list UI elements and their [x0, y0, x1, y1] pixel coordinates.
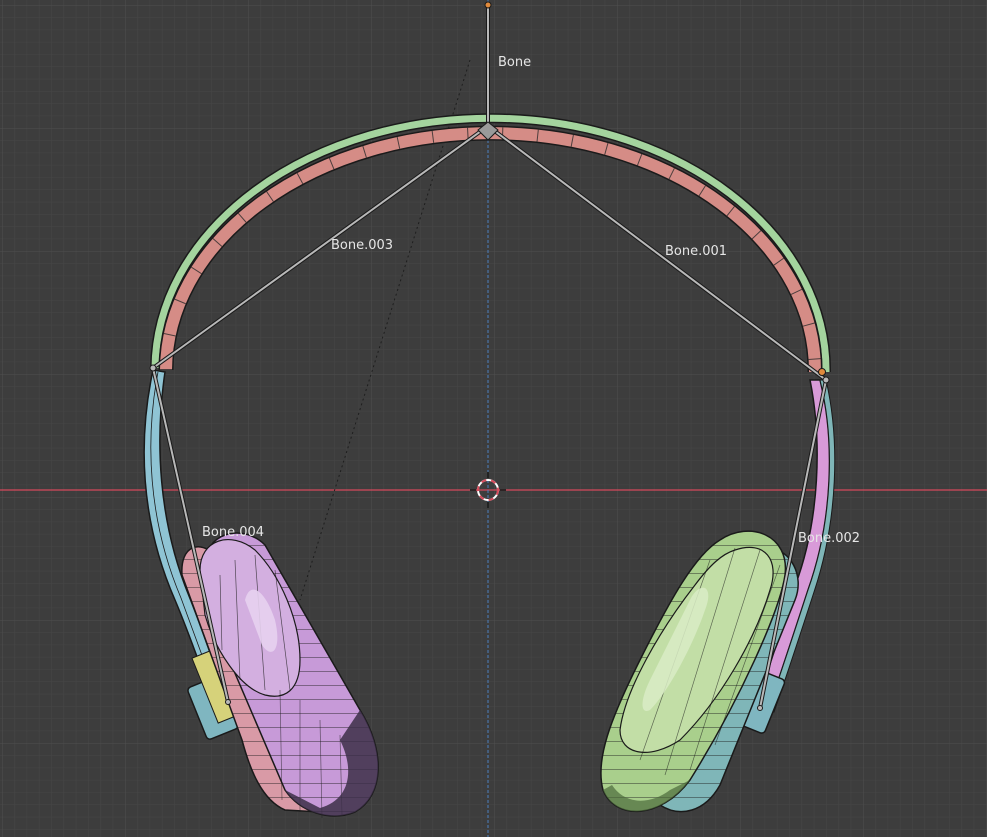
viewport-canvas[interactable]: Bone Bone.001 Bone.002 Bone.003 Bone.004	[0, 0, 987, 837]
bone-label: Bone.004	[202, 525, 264, 540]
bone-joint[interactable]	[149, 364, 157, 372]
bone-joint[interactable]	[225, 699, 231, 705]
bone-joint[interactable]	[757, 705, 763, 711]
3d-viewport[interactable]: Bone Bone.001 Bone.002 Bone.003 Bone.004	[0, 0, 987, 837]
bone-joint[interactable]	[822, 376, 830, 384]
bone-label: Bone	[498, 55, 531, 70]
bone-label: Bone.002	[798, 531, 860, 546]
bone-label: Bone.001	[665, 244, 727, 259]
bone-head-joint[interactable]	[484, 1, 492, 9]
bone-label: Bone.003	[331, 238, 393, 253]
